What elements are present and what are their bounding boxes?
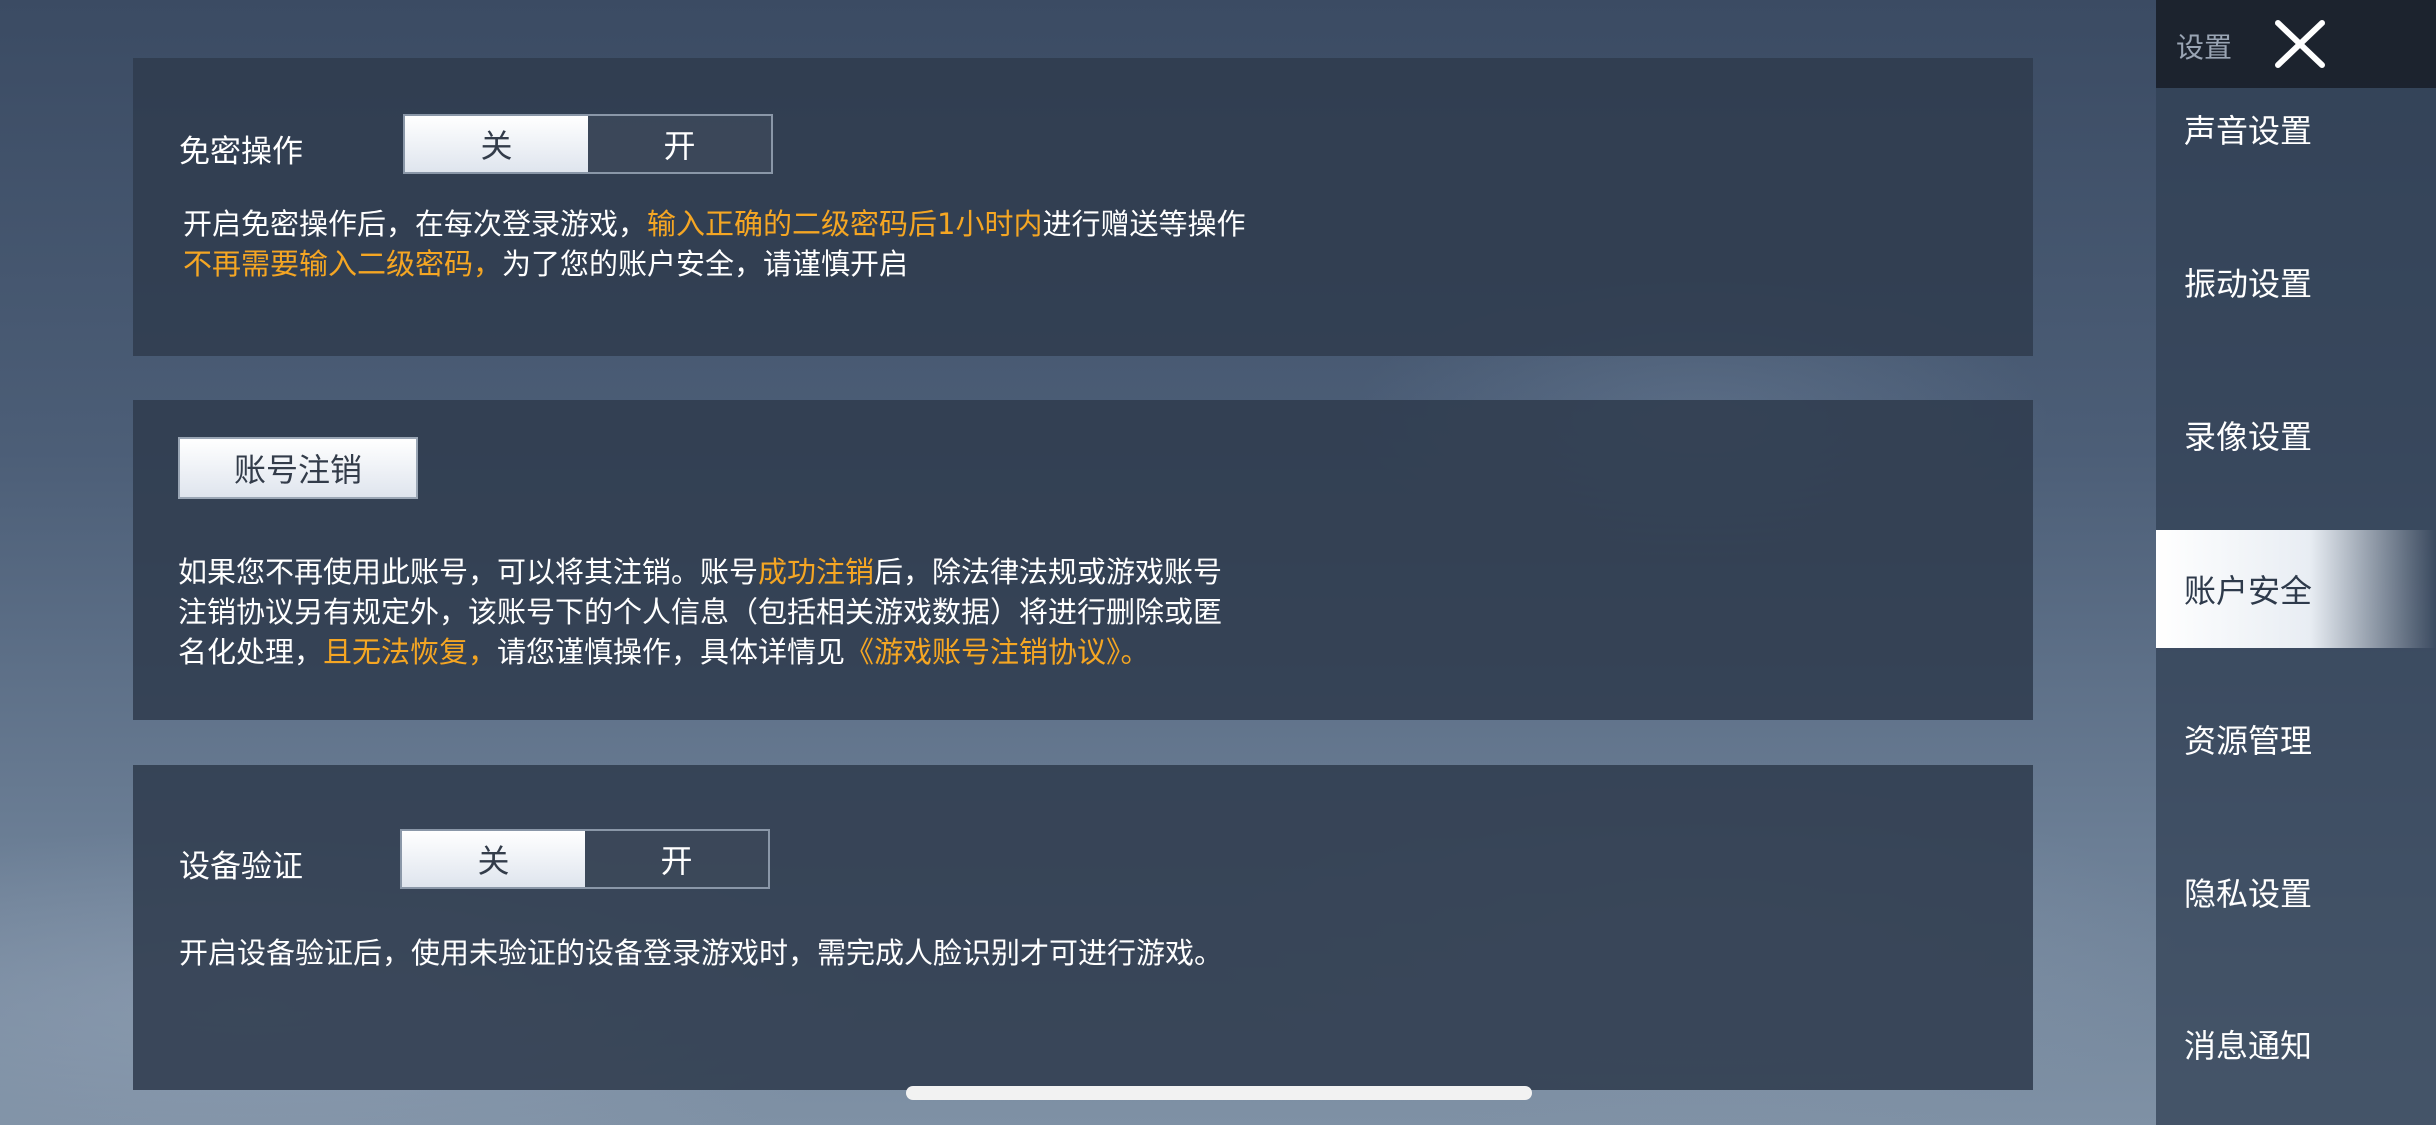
sidebar-item-notifications[interactable]: 消息通知 — [2156, 985, 2436, 1103]
desc-text: 为了您的账户安全，请谨慎开启 — [502, 247, 909, 281]
desc-text: 如果您不再使用此账号，可以将其注销。账号 — [178, 555, 759, 589]
sidebar-item-sound[interactable]: 声音设置 — [2156, 70, 2436, 188]
desc-highlight: 且无法恢复， — [323, 635, 498, 669]
close-button[interactable] — [2256, 10, 2344, 78]
password-free-panel: 免密操作 关 开 开启免密操作后，在每次登录游戏，输入正确的二级密码后1小时内进… — [133, 58, 2033, 356]
password-free-label: 免密操作 — [179, 134, 303, 170]
device-verify-description: 开启设备验证后，使用未验证的设备登录游戏时，需完成人脸识别才可进行游戏。 — [179, 936, 1224, 970]
settings-sidebar: 设置 声音设置 振动设置 录像设置 账户安全 资源管理 隐私设置 消息通知 — [2156, 0, 2436, 1125]
desc-text: 请您谨慎操作，具体详情见 — [497, 635, 846, 669]
sidebar-item-account-security[interactable]: 账户安全 — [2156, 530, 2436, 648]
desc-highlight: 不再需要输入二级密码， — [183, 247, 503, 281]
account-cancel-panel: 账号注销 如果您不再使用此账号，可以将其注销。账号成功注销后，除法律法规或游戏账… — [133, 400, 2033, 720]
desc-text: 进行赠送等操作 — [1042, 207, 1246, 241]
desc-text: 名化处理， — [178, 635, 324, 669]
close-icon — [2275, 20, 2325, 68]
sidebar-item-vibration[interactable]: 振动设置 — [2156, 223, 2436, 341]
password-free-description: 开启免密操作后，在每次登录游戏，输入正确的二级密码后1小时内进行赠送等操作 不再… — [183, 204, 1245, 284]
cancel-agreement-link[interactable]: 《游戏账号注销协议》。 — [845, 635, 1150, 669]
account-cancel-description: 如果您不再使用此账号，可以将其注销。账号成功注销后，除法律法规或游戏账号 注销协… — [178, 552, 1222, 672]
sidebar-title: 设置 — [2176, 31, 2233, 64]
sidebar-item-resources[interactable]: 资源管理 — [2156, 680, 2436, 798]
password-free-off-option[interactable]: 关 — [405, 116, 588, 172]
account-cancel-button[interactable]: 账号注销 — [178, 437, 418, 499]
desc-text: 后，除法律法规或游戏账号 — [874, 555, 1223, 589]
device-verify-panel: 设备验证 关 开 开启设备验证后，使用未验证的设备登录游戏时，需完成人脸识别才可… — [133, 765, 2033, 1090]
password-free-on-option[interactable]: 开 — [588, 116, 771, 172]
password-free-toggle: 关 开 — [403, 114, 773, 174]
desc-highlight: 成功注销 — [758, 555, 875, 589]
desc-highlight: 输入正确的二级密码后1小时内 — [647, 207, 1043, 241]
device-verify-off-option[interactable]: 关 — [402, 831, 585, 887]
sidebar-item-recording[interactable]: 录像设置 — [2156, 376, 2436, 494]
device-verify-on-option[interactable]: 开 — [585, 831, 768, 887]
device-verify-toggle: 关 开 — [400, 829, 770, 889]
home-indicator[interactable] — [906, 1086, 1532, 1100]
sidebar-item-privacy[interactable]: 隐私设置 — [2156, 833, 2436, 951]
desc-text: 开启免密操作后，在每次登录游戏， — [183, 207, 648, 241]
device-verify-label: 设备验证 — [179, 849, 303, 885]
desc-text: 注销协议另有规定外，该账号下的个人信息（包括相关游戏数据）将进行删除或匿 — [178, 595, 1223, 629]
